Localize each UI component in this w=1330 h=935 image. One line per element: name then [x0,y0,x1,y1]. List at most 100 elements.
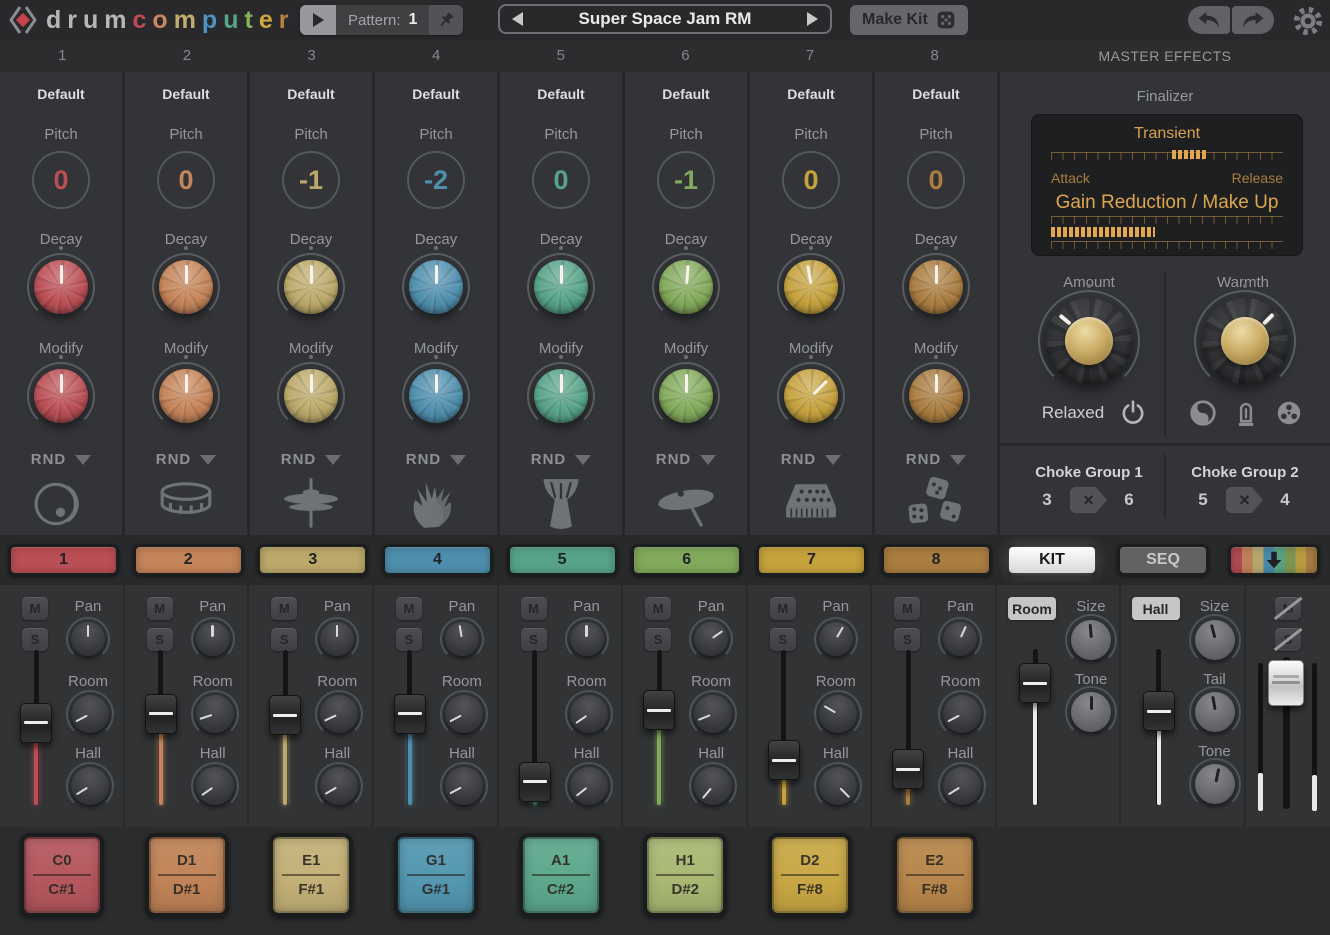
room-reverb-button[interactable]: Room [1008,597,1056,620]
pitch-value-dial[interactable]: -1 [657,151,715,209]
modify-knob[interactable] [659,369,713,423]
transient-meter[interactable] [1172,150,1207,159]
hall-send-knob[interactable] [320,767,358,805]
room-send-knob[interactable] [196,695,234,733]
pan-knob[interactable] [320,622,354,656]
pan-knob[interactable] [71,622,105,656]
kick-drum-icon[interactable] [27,476,95,532]
drum-pad[interactable]: E2 F#8 [893,833,977,917]
modify-knob[interactable] [34,369,88,423]
solo-button[interactable]: S [22,628,48,651]
drum-pad[interactable]: G1 G#1 [394,833,478,917]
mute-button[interactable]: M [271,597,297,620]
fader-cap[interactable] [145,694,177,734]
room-send-knob[interactable] [819,695,857,733]
pitch-value-dial[interactable]: -1 [282,151,340,209]
room-tone-knob[interactable] [1071,692,1111,732]
channel-select-button[interactable]: 6 [631,544,742,576]
pan-knob[interactable] [943,622,977,656]
prev-arrow-icon[interactable] [512,12,523,26]
synthesizer-icon[interactable] [777,476,845,532]
preset-name[interactable]: Default [412,86,459,104]
hall-send-knob[interactable] [196,767,234,805]
hall-send-knob[interactable] [570,767,608,805]
choke-2-left-value[interactable]: 5 [1192,490,1214,510]
preset-name[interactable]: Default [537,86,584,104]
room-size-knob[interactable] [1071,620,1111,660]
randomize-control[interactable]: RND [656,451,717,468]
fader-cap[interactable] [1143,691,1175,731]
pitch-value-dial[interactable]: 0 [782,151,840,209]
make-kit-button[interactable]: Make Kit [850,5,968,35]
master-solo-button[interactable]: S [1275,628,1301,651]
choke-x-icon[interactable]: × [1226,487,1263,513]
fader-cap[interactable] [20,703,52,743]
fader-cap[interactable] [892,749,924,789]
mute-button[interactable]: M [22,597,48,620]
hall-tone-knob[interactable] [1195,764,1235,804]
modify-knob[interactable] [159,369,213,423]
choke-1-right-value[interactable]: 6 [1118,490,1140,510]
preset-name[interactable]: Default [662,86,709,104]
preset-name[interactable]: Default [287,86,334,104]
solo-button[interactable]: S [147,628,173,651]
djembe-icon[interactable] [527,476,595,532]
decay-knob[interactable] [284,260,338,314]
solo-button[interactable]: S [894,628,920,651]
room-send-knob[interactable] [320,695,358,733]
tab-kit[interactable]: KIT [1006,544,1098,576]
modify-knob[interactable] [534,369,588,423]
hall-send-knob[interactable] [694,767,732,805]
pitch-value-dial[interactable]: 0 [907,151,965,209]
room-send-knob[interactable] [694,695,732,733]
finalizer-display[interactable]: Transient Attack Release Gain Reduction … [1031,114,1303,256]
modify-knob[interactable] [409,369,463,423]
choke-1-left-value[interactable]: 3 [1036,490,1058,510]
decay-knob[interactable] [534,260,588,314]
pitch-value-dial[interactable]: 0 [532,151,590,209]
preset-name[interactable]: Default [787,86,834,104]
fader-cap[interactable] [1268,660,1304,706]
hall-return-fader[interactable] [1142,649,1176,805]
modify-knob[interactable] [909,369,963,423]
channel-fader[interactable] [518,650,552,805]
channel-select-button[interactable]: 1 [8,544,119,576]
decay-knob[interactable] [784,260,838,314]
pan-knob[interactable] [819,622,853,656]
room-send-knob[interactable] [71,695,109,733]
pin-button[interactable] [429,5,463,35]
amount-knob[interactable] [1046,298,1132,384]
mute-button[interactable]: M [770,597,796,620]
compressor-mode-value[interactable]: Relaxed [1018,403,1128,423]
hall-send-knob[interactable] [445,767,483,805]
choke-2-right-value[interactable]: 4 [1274,490,1296,510]
decay-knob[interactable] [909,260,963,314]
pan-knob[interactable] [570,622,604,656]
fader-cap[interactable] [269,695,301,735]
decay-knob[interactable] [659,260,713,314]
mute-button[interactable]: M [396,597,422,620]
hall-reverb-button[interactable]: Hall [1132,597,1180,620]
channel-fader[interactable] [19,650,53,805]
hall-send-knob[interactable] [943,767,981,805]
pattern-display[interactable]: Pattern: 1 [336,5,429,35]
solo-button[interactable]: S [396,628,422,651]
randomize-control[interactable]: RND [156,451,217,468]
preset-name[interactable]: Default [912,86,959,104]
channel-fader[interactable] [393,650,427,805]
room-send-knob[interactable] [570,695,608,733]
power-button[interactable] [1118,398,1148,428]
tube-toggle[interactable] [1231,398,1261,428]
drum-pad[interactable]: H1 D#2 [643,833,727,917]
fader-cap[interactable] [768,740,800,780]
channel-select-button[interactable]: 8 [881,544,992,576]
channel-select-button[interactable]: 3 [257,544,368,576]
randomize-control[interactable]: RND [781,451,842,468]
room-send-knob[interactable] [943,695,981,733]
fader-cap[interactable] [1019,663,1051,703]
preset-selector[interactable]: Super Space Jam RM [498,4,832,34]
fader-cap[interactable] [394,694,426,734]
hand-clap-icon[interactable] [402,476,470,532]
channel-fader[interactable] [891,650,925,805]
channel-select-button[interactable]: 2 [133,544,244,576]
